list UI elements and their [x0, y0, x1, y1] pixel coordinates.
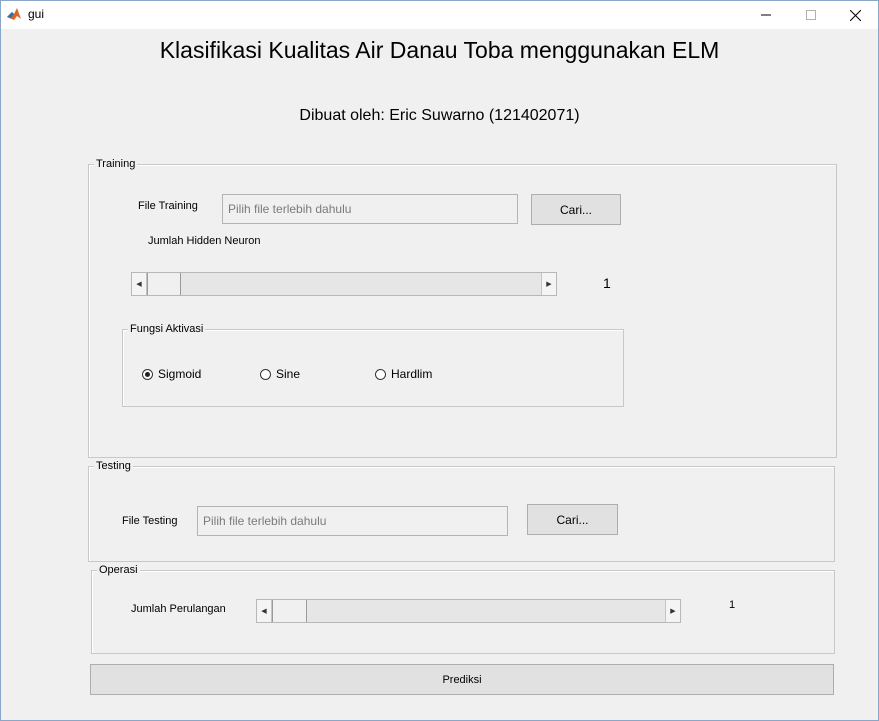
iteration-label: Jumlah Perulangan — [131, 603, 226, 615]
hidden-neuron-value: 1 — [603, 275, 611, 291]
maximize-button[interactable] — [788, 1, 834, 29]
browse-testing-button[interactable]: Cari... — [527, 504, 618, 535]
training-panel: Training File Training Pilih file terleb… — [88, 157, 837, 458]
radio-unselected-icon — [375, 368, 386, 380]
radio-sigmoid[interactable]: Sigmoid — [142, 367, 201, 381]
app-window: gui Klasifikasi Kualitas Air Danau Toba … — [0, 0, 879, 721]
close-button[interactable] — [832, 1, 878, 29]
radio-selected-icon — [142, 368, 153, 380]
testing-panel: Testing File Testing Pilih file terlebih… — [88, 459, 835, 562]
hidden-neuron-label: Jumlah Hidden Neuron — [148, 235, 261, 247]
radio-sine-label: Sine — [276, 367, 301, 381]
predict-button[interactable]: Prediksi — [90, 664, 834, 695]
file-training-label: File Training — [138, 200, 198, 212]
operasi-panel: Operasi Jumlah Perulangan ◀ ▶ 1 — [91, 563, 835, 654]
file-testing-label: File Testing — [122, 515, 178, 527]
maximize-icon — [806, 10, 816, 20]
radio-hardlim-label: Hardlim — [391, 367, 433, 381]
training-panel-title: Training — [94, 157, 138, 171]
slider-thumb[interactable] — [147, 273, 181, 295]
operasi-panel-title: Operasi — [97, 563, 140, 577]
radio-unselected-icon — [260, 368, 271, 380]
radio-hardlim[interactable]: Hardlim — [375, 367, 432, 381]
minimize-button[interactable] — [743, 1, 789, 29]
testing-panel-title: Testing — [94, 459, 133, 473]
title-bar[interactable]: gui — [1, 1, 878, 29]
minimize-icon — [761, 14, 771, 16]
slider-right-arrow-icon[interactable]: ▶ — [541, 273, 556, 295]
page-title: Klasifikasi Kualitas Air Danau Toba meng… — [159, 37, 720, 63]
slider-right-arrow-icon[interactable]: ▶ — [665, 600, 680, 622]
activation-panel: Fungsi Aktivasi Sigmoid Sine Hardlim — [122, 322, 624, 407]
browse-training-button[interactable]: Cari... — [531, 194, 621, 225]
slider-thumb[interactable] — [272, 600, 307, 622]
close-icon — [849, 9, 861, 21]
radio-sine[interactable]: Sine — [260, 367, 300, 381]
matlab-icon — [6, 6, 22, 22]
window-title: gui — [28, 7, 45, 21]
hidden-neuron-slider[interactable]: ◀ ▶ — [131, 272, 557, 296]
iteration-value: 1 — [729, 599, 736, 611]
radio-sigmoid-label: Sigmoid — [158, 367, 202, 381]
slider-left-arrow-icon[interactable]: ◀ — [132, 273, 147, 295]
activation-panel-title: Fungsi Aktivasi — [128, 322, 206, 336]
file-training-field[interactable]: Pilih file terlebih dahulu — [222, 194, 518, 224]
iteration-slider[interactable]: ◀ ▶ — [256, 599, 681, 623]
file-testing-field[interactable]: Pilih file terlebih dahulu — [197, 506, 508, 536]
figure-content: Klasifikasi Kualitas Air Danau Toba meng… — [1, 29, 878, 720]
author-subtitle: Dibuat oleh: Eric Suwarno (121402071) — [299, 107, 580, 124]
slider-left-arrow-icon[interactable]: ◀ — [257, 600, 272, 622]
